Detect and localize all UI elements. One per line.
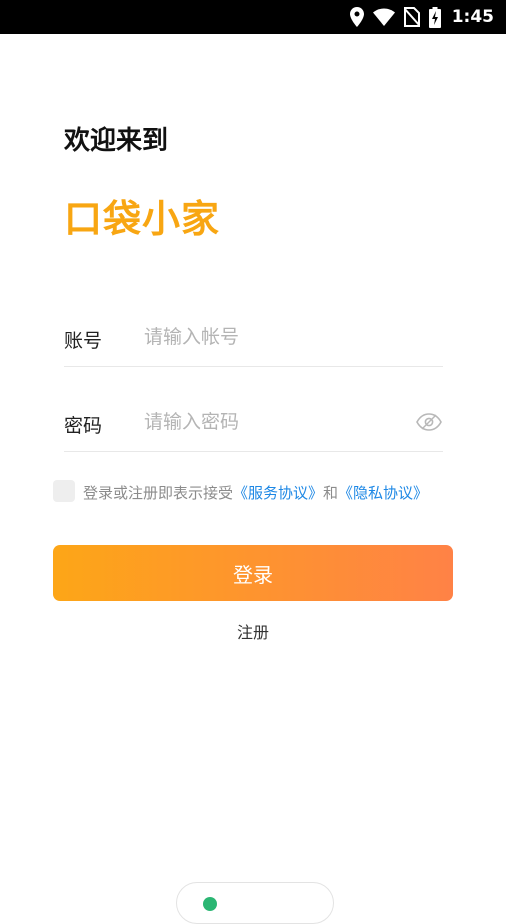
login-button[interactable]: 登录 — [53, 545, 453, 601]
password-input[interactable] — [144, 407, 404, 437]
register-link[interactable]: 注册 — [0, 619, 506, 643]
location-icon — [349, 7, 364, 27]
password-row: 密码 — [64, 393, 443, 452]
agreement-conjunction: 和 — [323, 484, 339, 502]
service-agreement-link[interactable]: 《服务协议》 — [233, 484, 323, 502]
welcome-heading: 欢迎来到 — [64, 126, 169, 156]
account-input[interactable] — [144, 322, 404, 352]
no-sim-icon — [403, 7, 420, 27]
privacy-agreement-link[interactable]: 《隐私协议》 — [338, 484, 428, 502]
account-row: 账号 — [64, 308, 443, 367]
agreement-checkbox[interactable] — [53, 480, 75, 502]
account-label: 账号 — [64, 330, 103, 352]
eye-icon[interactable] — [415, 409, 443, 435]
bottom-pill[interactable] — [176, 882, 334, 924]
agreement-prefix: 登录或注册即表示接受 — [83, 484, 234, 502]
battery-charging-icon — [428, 6, 441, 28]
agreement: 登录或注册即表示接受《服务协议》和《隐私协议》 — [53, 480, 493, 504]
status-bar: 1:45 — [0, 0, 506, 34]
status-time: 1:45 — [451, 7, 494, 27]
password-label: 密码 — [64, 415, 103, 437]
app-name: 口袋小家 — [64, 197, 221, 241]
wifi-icon — [372, 8, 395, 26]
agreement-text: 登录或注册即表示接受《服务协议》和《隐私协议》 — [83, 482, 428, 503]
status-icons: 1:45 — [349, 0, 494, 34]
green-dot-icon — [203, 897, 217, 911]
